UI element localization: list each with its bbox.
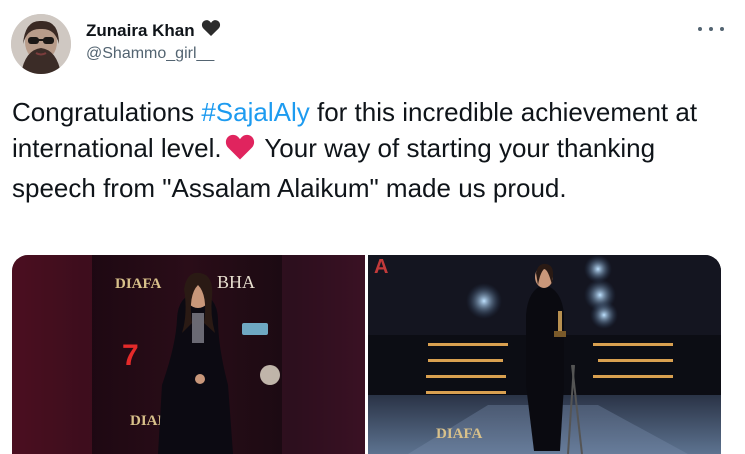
avatar[interactable]	[11, 14, 71, 74]
black-heart-icon	[201, 19, 221, 42]
image1-number-deco: 7	[122, 339, 139, 372]
media-image-1[interactable]: DIAFA BHA DIAFA 7	[12, 255, 365, 454]
tweet-text: Congratulations #SajalAly for this incre…	[12, 94, 732, 206]
tweet-card[interactable]: Zunaira Khan @Shammo_girl__ Congratulati…	[0, 0, 745, 454]
avatar-image	[11, 14, 71, 74]
tweet-text-part: Congratulations	[12, 97, 202, 127]
image2-bg-deco: A	[374, 256, 388, 278]
author-display-name[interactable]: Zunaira Khan	[86, 21, 195, 41]
author-handle[interactable]: @Shammo_girl__	[86, 45, 214, 63]
image2-logo: DIAFA	[436, 426, 483, 442]
author-name-row[interactable]: Zunaira Khan	[86, 19, 221, 42]
red-heart-icon	[224, 133, 256, 170]
media-grid: DIAFA BHA DIAFA 7 A DIAFA	[12, 255, 721, 454]
image1-sign: BHA	[217, 272, 255, 292]
image1-logo: DIAFA	[115, 276, 162, 292]
more-options-icon[interactable]	[698, 22, 724, 36]
media-image-2[interactable]: A DIAFA	[368, 255, 721, 454]
hashtag-link[interactable]: #SajalAly	[201, 97, 309, 127]
